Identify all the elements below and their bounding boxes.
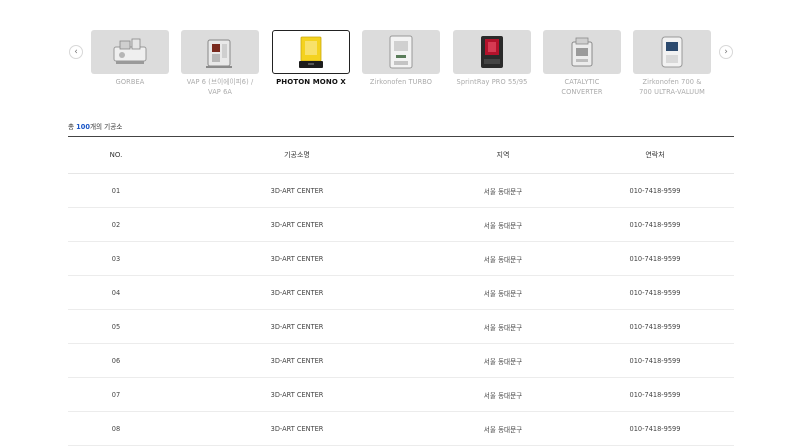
product-thumb — [543, 30, 621, 74]
product-item-zirkonofen-turbo[interactable]: Zirkonofen TURBO — [362, 30, 440, 88]
sintering-furnace-icon — [389, 35, 413, 69]
row-number: 06 — [111, 356, 121, 365]
row-number: 01 — [111, 186, 121, 195]
lab-name: 3D-ART CENTER — [270, 356, 324, 365]
resin-printer-icon — [299, 36, 323, 68]
contact-phone: 010-7418-9599 — [629, 390, 681, 399]
product-thumb — [91, 30, 169, 74]
lab-name: 3D-ART CENTER — [270, 186, 324, 195]
product-thumb — [181, 30, 259, 74]
product-item-catalytic-converter[interactable]: CATALYTIC CONVERTER — [543, 30, 621, 97]
lab-table: NO. 기공소명 지역 연락처 01 3D-ART CENTER 서울 동대문구… — [68, 136, 734, 446]
lab-count-summary: 총 100개의 기공소 — [68, 121, 122, 131]
carousel-next-button[interactable]: › — [719, 45, 733, 59]
region: 서울 동대문구 — [483, 425, 523, 434]
table-row[interactable]: 07 3D-ART CENTER 서울 동대문구 010-7418-9599 — [68, 378, 734, 412]
product-item-sprintray-pro[interactable]: SprintRay PRO 55/95 — [453, 30, 531, 88]
row-number: 02 — [111, 220, 121, 229]
product-name: Zirkonofen 700 & 700 ULTRA-VALUUM — [639, 78, 705, 96]
product-item-vap6[interactable]: VAP 6 (브이에이피6) / VAP 6A — [181, 30, 259, 97]
column-header-region: 지역 — [496, 151, 510, 159]
column-header-contact: 연락처 — [645, 151, 665, 159]
product-item-zirkonofen-700[interactable]: Zirkonofen 700 & 700 ULTRA-VALUUM — [633, 30, 711, 97]
count-prefix: 총 — [68, 123, 77, 131]
contact-phone: 010-7418-9599 — [629, 424, 681, 433]
count-suffix: 개의 기공소 — [89, 123, 123, 131]
product-item-photon-mono-x[interactable]: PHOTON MONO X — [272, 30, 350, 88]
row-number: 07 — [111, 390, 121, 399]
contact-phone: 010-7418-9599 — [629, 254, 681, 263]
chevron-left-icon: ‹ — [74, 46, 78, 57]
contact-phone: 010-7418-9599 — [629, 356, 681, 365]
lab-name: 3D-ART CENTER — [270, 220, 324, 229]
region: 서울 동대문구 — [483, 289, 523, 298]
region: 서울 동대문구 — [483, 323, 523, 332]
table-row[interactable]: 08 3D-ART CENTER 서울 동대문구 010-7418-9599 — [68, 412, 734, 446]
product-name: PHOTON MONO X — [276, 78, 346, 86]
region: 서울 동대문구 — [483, 187, 523, 196]
contact-phone: 010-7418-9599 — [629, 220, 681, 229]
table-header: NO. 기공소명 지역 연락처 — [68, 136, 734, 174]
row-number: 08 — [111, 424, 121, 433]
region: 서울 동대문구 — [483, 255, 523, 264]
contact-phone: 010-7418-9599 — [629, 322, 681, 331]
product-item-gorbea[interactable]: GORBEA — [91, 30, 169, 88]
product-name: CATALYTIC CONVERTER — [561, 78, 603, 96]
carousel-prev-button[interactable]: ‹ — [69, 45, 83, 59]
table-row[interactable]: 01 3D-ART CENTER 서울 동대문구 010-7418-9599 — [68, 174, 734, 208]
dental-printer-icon — [481, 36, 503, 68]
column-header-lab-name: 기공소명 — [284, 151, 310, 159]
column-header-no: NO. — [109, 151, 123, 159]
chevron-right-icon: › — [724, 46, 728, 57]
table-row[interactable]: 06 3D-ART CENTER 서울 동대문구 010-7418-9599 — [68, 344, 734, 378]
product-thumb — [362, 30, 440, 74]
converter-icon — [571, 37, 593, 67]
table-row[interactable]: 03 3D-ART CENTER 서울 동대문구 010-7418-9599 — [68, 242, 734, 276]
region: 서울 동대문구 — [483, 357, 523, 366]
lab-name: 3D-ART CENTER — [270, 322, 324, 331]
lab-count: 100 — [76, 123, 90, 131]
product-name: SprintRay PRO 55/95 — [456, 78, 528, 86]
table-row[interactable]: 05 3D-ART CENTER 서울 동대문구 010-7418-9599 — [68, 310, 734, 344]
casting-machine-icon — [113, 38, 147, 64]
product-name: VAP 6 (브이에이피6) / VAP 6A — [186, 78, 254, 96]
product-thumb — [272, 30, 350, 74]
lab-name: 3D-ART CENTER — [270, 424, 324, 433]
product-carousel: ‹ GORBEA VAP 6 (브이에이피6) / VAP 6A PHOTON … — [0, 0, 800, 110]
row-number: 04 — [111, 288, 121, 297]
vacuum-mixer-icon — [206, 39, 232, 68]
product-name: GORBEA — [115, 78, 145, 86]
product-thumb — [633, 30, 711, 74]
product-thumb — [453, 30, 531, 74]
row-number: 03 — [111, 254, 121, 263]
contact-phone: 010-7418-9599 — [629, 288, 681, 297]
table-row[interactable]: 02 3D-ART CENTER 서울 동대문구 010-7418-9599 — [68, 208, 734, 242]
region: 서울 동대문구 — [483, 221, 523, 230]
contact-phone: 010-7418-9599 — [629, 186, 681, 195]
region: 서울 동대문구 — [483, 391, 523, 400]
product-name: Zirkonofen TURBO — [369, 78, 433, 86]
lab-name: 3D-ART CENTER — [270, 288, 324, 297]
lab-name: 3D-ART CENTER — [270, 254, 324, 263]
furnace-icon — [661, 36, 683, 68]
lab-name: 3D-ART CENTER — [270, 390, 324, 399]
row-number: 05 — [111, 322, 121, 331]
table-row[interactable]: 04 3D-ART CENTER 서울 동대문구 010-7418-9599 — [68, 276, 734, 310]
